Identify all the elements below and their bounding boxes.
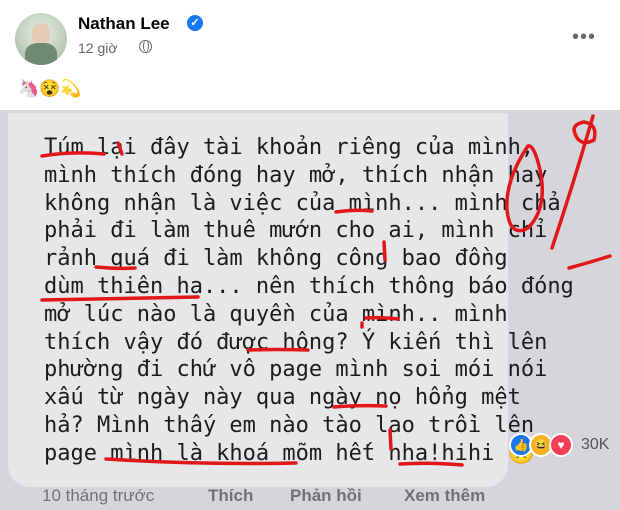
avatar[interactable] (15, 13, 67, 65)
love-reaction-icon: ♥ (549, 433, 573, 457)
post-timestamp[interactable]: 12 giờ (78, 40, 118, 56)
like-action: Thích (208, 486, 254, 505)
verified-badge-icon: ✓ (187, 15, 203, 31)
author-name[interactable]: Nathan Lee (78, 14, 170, 34)
reply-action: Phản hồi (290, 486, 362, 505)
globe-icon[interactable] (139, 40, 152, 53)
comment-time: 10 tháng trước (42, 486, 155, 505)
reaction-summary[interactable]: 👍 😆 ♥ 30K (509, 430, 617, 460)
more-options-button[interactable]: ••• (572, 26, 596, 49)
avatar-body (25, 43, 57, 65)
see-more-action: Xem thêm (404, 486, 486, 505)
reaction-count: 30K (581, 436, 610, 453)
avatar-face (32, 23, 50, 45)
post-image[interactable]: Túm lại đây tài khoản riêng của mình, mì… (0, 110, 620, 510)
comment-actions: 10 tháng trước Thích Phản hồi Xem thêm (0, 483, 620, 510)
post-caption: 🦄😵💫 (18, 79, 82, 98)
